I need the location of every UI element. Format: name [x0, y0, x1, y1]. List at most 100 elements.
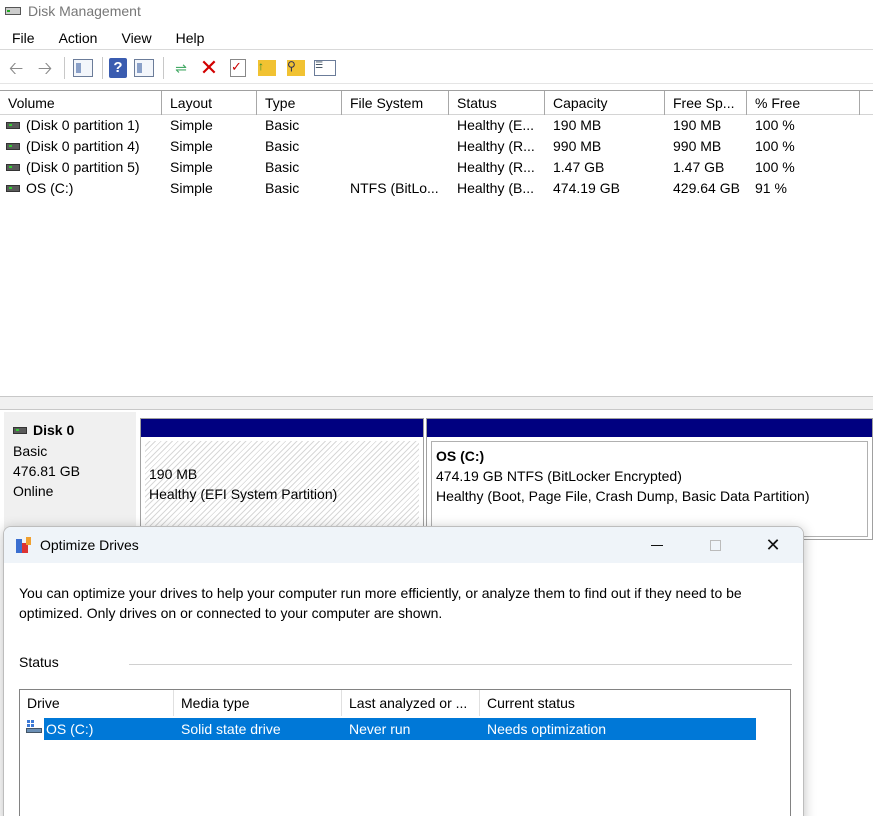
minimize-icon — [651, 544, 663, 546]
partition-title: OS (C:) — [436, 448, 485, 464]
status-cell: Healthy (R... — [457, 138, 535, 154]
column-free-space[interactable]: Free Sp... — [665, 91, 747, 115]
disk-size: 476.81 GB — [13, 463, 80, 479]
capacity-cell: 1.47 GB — [553, 159, 605, 175]
volume-cell: OS (C:) — [0, 178, 162, 199]
column-layout[interactable]: Layout — [162, 91, 257, 115]
console-tree-button[interactable] — [71, 56, 95, 80]
folder-up-button[interactable]: ↑ — [255, 56, 279, 80]
percent-free-cell: 100 % — [755, 138, 795, 154]
properties-icon: ☰ — [314, 59, 336, 76]
delete-icon[interactable]: ✕ — [197, 56, 221, 80]
disk-icon — [6, 122, 20, 129]
drives-list[interactable]: Drive Media type Last analyzed or ... Cu… — [19, 689, 791, 816]
window-title: Disk Management — [28, 3, 141, 19]
table-row[interactable]: (Disk 0 partition 5) Simple Basic Health… — [0, 157, 873, 178]
volume-name: (Disk 0 partition 4) — [26, 138, 140, 154]
volume-cell: (Disk 0 partition 4) — [0, 136, 162, 157]
file-system-cell — [342, 115, 449, 136]
column-capacity[interactable]: Capacity — [545, 91, 665, 115]
menu-help[interactable]: Help — [164, 30, 217, 46]
partition-efi[interactable]: 190 MB Healthy (EFI System Partition) — [140, 418, 424, 540]
back-arrow-icon[interactable]: 🡠 — [4, 56, 28, 80]
column-file-system[interactable]: File System — [342, 91, 449, 115]
properties-check-icon: ✓ — [230, 58, 246, 77]
partition-status: Healthy (EFI System Partition) — [149, 486, 338, 502]
capacity-cell: 474.19 GB — [553, 180, 620, 196]
defrag-icon — [16, 537, 32, 553]
column-status[interactable]: Status — [449, 91, 545, 115]
percent-free-cell: 100 % — [755, 159, 795, 175]
close-icon: ✕ — [765, 534, 781, 555]
connect-icon[interactable]: ⇌ — [170, 61, 192, 75]
column-percent-free[interactable]: % Free — [747, 91, 860, 115]
disk-type: Basic — [13, 443, 48, 459]
toolbar-separator — [64, 56, 65, 79]
type-cell: Basic — [265, 159, 300, 175]
help-icon[interactable]: ? — [109, 57, 127, 78]
folder-search-icon: ⚲ — [287, 59, 305, 76]
disk-icon — [6, 143, 20, 150]
properties-check-button[interactable]: ✓ — [226, 56, 250, 80]
column-drive[interactable]: Drive — [20, 690, 174, 716]
layout-cell: Simple — [170, 117, 213, 133]
dialog-titlebar[interactable]: Optimize Drives ✕ — [4, 527, 803, 563]
column-last-analyzed[interactable]: Last analyzed or ... — [342, 690, 480, 716]
free-space-cell: 190 MB — [673, 117, 722, 133]
column-volume[interactable]: Volume — [0, 91, 162, 115]
maximize-icon — [709, 539, 721, 551]
table-row[interactable]: (Disk 0 partition 4) Simple Basic Health… — [0, 136, 873, 157]
status-cell: Healthy (E... — [457, 117, 535, 133]
close-button[interactable]: ✕ — [744, 527, 802, 563]
minimize-button[interactable] — [628, 527, 686, 563]
menu-file[interactable]: File — [0, 30, 47, 46]
disk-icon — [6, 164, 20, 171]
disk-icon — [13, 426, 27, 434]
maximize-button[interactable] — [686, 527, 744, 563]
volume-cell: (Disk 0 partition 5) — [0, 157, 162, 178]
free-space-cell: 429.64 GB — [673, 180, 740, 196]
drive-name-cell: OS (C:) — [46, 721, 94, 737]
folder-up-icon: ↑ — [258, 59, 276, 76]
console-tree-icon — [73, 58, 93, 77]
type-cell: Basic — [265, 180, 300, 196]
toolbar-separator — [102, 56, 103, 79]
volume-name: OS (C:) — [26, 180, 74, 196]
layout-cell: Simple — [170, 180, 213, 196]
partition-size: 474.19 GB NTFS (BitLocker Encrypted) — [436, 468, 682, 484]
menu-action[interactable]: Action — [47, 30, 110, 46]
disk-management-icon — [4, 4, 22, 18]
partition-os[interactable]: OS (C:) 474.19 GB NTFS (BitLocker Encryp… — [426, 418, 873, 540]
drive-row[interactable]: OS (C:) Solid state drive Never run Need… — [26, 718, 756, 740]
forward-arrow-icon[interactable]: 🡢 — [33, 56, 57, 80]
type-cell: Basic — [265, 117, 300, 133]
action-pane-button[interactable] — [132, 56, 156, 80]
toolbar-separator — [163, 56, 164, 79]
disk-map: Disk 0 Basic 476.81 GB Online 190 MB Hea… — [0, 410, 873, 540]
disk-label[interactable]: Disk 0 Basic 476.81 GB Online — [4, 412, 136, 540]
table-row[interactable]: (Disk 0 partition 1) Simple Basic Health… — [0, 115, 873, 136]
column-media-type[interactable]: Media type — [174, 690, 342, 716]
column-type[interactable]: Type — [257, 91, 342, 115]
menu-bar: File Action View Help — [0, 26, 873, 50]
folder-search-button[interactable]: ⚲ — [284, 56, 308, 80]
pane-splitter[interactable] — [0, 396, 873, 410]
status-group-label: Status — [19, 654, 59, 670]
type-cell: Basic — [265, 138, 300, 154]
percent-free-cell: 100 % — [755, 117, 795, 133]
disk-state: Online — [13, 483, 54, 499]
layout-cell: Simple — [170, 159, 213, 175]
volume-name: (Disk 0 partition 1) — [26, 117, 140, 133]
partition-body: OS (C:) 474.19 GB NTFS (BitLocker Encryp… — [431, 441, 868, 537]
current-status-cell: Needs optimization — [487, 721, 607, 737]
menu-view[interactable]: View — [109, 30, 163, 46]
table-row[interactable]: OS (C:) Simple Basic NTFS (BitLo... Heal… — [0, 178, 873, 199]
partition-cap — [141, 419, 423, 437]
column-current-status[interactable]: Current status — [480, 690, 756, 716]
status-cell: Healthy (R... — [457, 159, 535, 175]
layout-cell: Simple — [170, 138, 213, 154]
properties-button[interactable]: ☰ — [313, 56, 337, 80]
disk-icon — [6, 185, 20, 192]
file-system-cell — [342, 136, 449, 157]
status-group-divider — [129, 664, 792, 665]
